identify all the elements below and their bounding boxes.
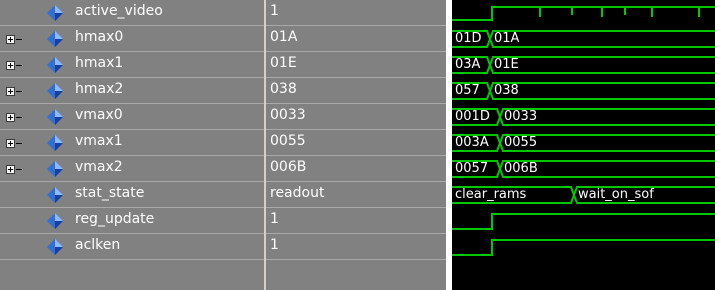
- signal-name: active_video: [75, 3, 163, 19]
- signal-name: vmax1: [75, 133, 123, 149]
- signal-value: 1: [270, 211, 279, 227]
- signal-name: stat_state: [75, 185, 145, 201]
- value-row[interactable]: 1: [266, 0, 446, 26]
- signal-diamond-icon: [47, 161, 63, 177]
- signal-value: readout: [270, 185, 325, 201]
- row-separator: [266, 259, 446, 260]
- expand-plus-icon[interactable]: [6, 87, 15, 96]
- wave-bus-label: wait_on_sof: [578, 187, 654, 202]
- signal-name: hmax1: [75, 55, 124, 71]
- signal-row[interactable]: reg_update: [0, 208, 264, 234]
- tree-connector: [16, 117, 22, 118]
- wave-bus-label: 003A: [455, 135, 489, 150]
- wave-bus-label: 01E: [494, 57, 519, 72]
- signal-diamond-icon: [47, 57, 63, 73]
- tree-connector: [16, 65, 22, 66]
- signal-names-pane[interactable]: active_video hmax0 hmax1 hmax2 vmax0 vmax1 vma…: [0, 0, 264, 290]
- signal-row[interactable]: vmax1: [0, 130, 264, 156]
- expand-plus-icon[interactable]: [6, 35, 15, 44]
- wave-bus-label: 057: [455, 83, 480, 98]
- value-row[interactable]: 01A: [266, 26, 446, 52]
- value-row[interactable]: 1: [266, 234, 446, 260]
- signal-diamond-icon: [47, 109, 63, 125]
- value-row[interactable]: 01E: [266, 52, 446, 78]
- signal-diamond-icon: [47, 5, 63, 21]
- signal-row[interactable]: aclken: [0, 234, 264, 260]
- signal-row[interactable]: hmax2: [0, 78, 264, 104]
- expand-plus-icon[interactable]: [6, 113, 15, 122]
- tree-connector: [16, 143, 22, 144]
- signal-diamond-icon: [47, 187, 63, 203]
- signal-row[interactable]: stat_state: [0, 182, 264, 208]
- signal-row[interactable]: vmax0: [0, 104, 264, 130]
- signal-diamond-icon: [47, 213, 63, 229]
- signal-row[interactable]: active_video: [0, 0, 264, 26]
- value-row[interactable]: 0055: [266, 130, 446, 156]
- signal-row[interactable]: vmax2: [0, 156, 264, 182]
- wave-bus-label: 0033: [504, 109, 538, 124]
- signal-value: 01E: [270, 55, 297, 71]
- tree-connector: [16, 39, 22, 40]
- wave-bus-label: 03A: [455, 57, 481, 72]
- signal-value: 1: [270, 3, 279, 19]
- wave-bus-label: 0055: [504, 135, 538, 150]
- signal-value: 0033: [270, 107, 306, 123]
- value-row[interactable]: 0033: [266, 104, 446, 130]
- aclken-wave: [452, 239, 715, 256]
- waveform-pane[interactable]: 01D 01A 03A 01E 057 038 001D 0033 003A 0055 0057 00…: [452, 0, 715, 290]
- tree-connector: [16, 91, 22, 92]
- signal-diamond-icon: [47, 31, 63, 47]
- signal-diamond-icon: [47, 239, 63, 255]
- signal-diamond-icon: [47, 83, 63, 99]
- value-row[interactable]: 038: [266, 78, 446, 104]
- expand-plus-icon[interactable]: [6, 165, 15, 174]
- wave-bus-label: 0057: [455, 161, 489, 176]
- signal-name: vmax0: [75, 107, 123, 123]
- value-row[interactable]: 006B: [266, 156, 446, 182]
- signal-name: vmax2: [75, 159, 123, 175]
- reg-update-wave: [452, 213, 715, 230]
- signal-value: 006B: [270, 159, 307, 175]
- signal-value: 1: [270, 237, 279, 253]
- signal-name: reg_update: [75, 211, 155, 227]
- wave-bus-label: 006B: [504, 161, 538, 176]
- signal-values-pane[interactable]: 1 01A 01E 038 0033 0055 006B readout 1 1: [266, 0, 446, 290]
- hmax2-wave: [488, 82, 715, 100]
- signal-name: hmax2: [75, 81, 124, 97]
- wave-bus-label: clear_rams: [455, 187, 527, 202]
- signal-name: aclken: [75, 237, 121, 253]
- signal-diamond-icon: [47, 135, 63, 151]
- signal-value: 01A: [270, 29, 298, 45]
- signal-row[interactable]: hmax1: [0, 52, 264, 78]
- signal-name: hmax0: [75, 29, 124, 45]
- signal-row[interactable]: hmax0: [0, 26, 264, 52]
- active-video-wave: [452, 6, 715, 21]
- hmax0-wave: [488, 30, 715, 48]
- signal-value: 038: [270, 81, 297, 97]
- value-row[interactable]: 1: [266, 208, 446, 234]
- wave-bus-label: 038: [494, 83, 519, 98]
- wave-bus-label: 01A: [494, 31, 520, 46]
- wave-window: active_video hmax0 hmax1 hmax2 vmax0 vmax1 vma…: [0, 0, 715, 290]
- expand-plus-icon[interactable]: [6, 139, 15, 148]
- signal-value: 0055: [270, 133, 306, 149]
- tree-connector: [16, 169, 22, 170]
- hmax1-wave: [488, 56, 715, 74]
- row-separator: [0, 259, 264, 260]
- wave-bus-label: 01D: [455, 31, 482, 46]
- wave-bus-label: 001D: [455, 109, 490, 124]
- waveform-canvas: [452, 6, 715, 256]
- value-row[interactable]: readout: [266, 182, 446, 208]
- expand-plus-icon[interactable]: [6, 61, 15, 70]
